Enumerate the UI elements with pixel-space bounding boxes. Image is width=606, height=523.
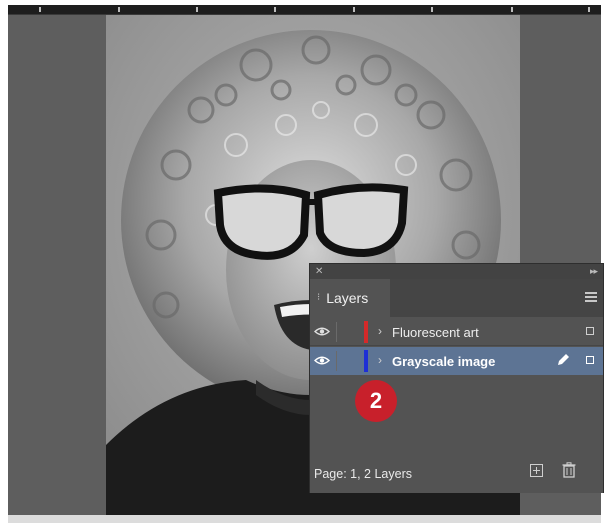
ruler-tick xyxy=(431,7,433,12)
layer-color-swatch xyxy=(364,350,368,372)
ruler-tick xyxy=(353,7,355,12)
chevron-right-icon[interactable]: › xyxy=(378,324,382,338)
layer-count-status: Page: 1, 2 Layers xyxy=(314,467,412,481)
trash-icon[interactable] xyxy=(562,462,576,478)
ruler-tick xyxy=(118,7,120,12)
panel-menu-icon[interactable] xyxy=(585,292,597,302)
double-chevron-icon[interactable]: ▸▸ xyxy=(590,265,598,278)
ruler-tick xyxy=(274,7,276,12)
step-number-badge: 2 xyxy=(355,380,397,422)
selection-indicator[interactable] xyxy=(586,327,594,335)
ruler-tick xyxy=(511,7,513,12)
selection-indicator[interactable] xyxy=(586,356,594,364)
lock-toggle[interactable] xyxy=(336,322,337,342)
pen-icon xyxy=(558,354,569,365)
panel-tab-bar: ⁝ Layers xyxy=(310,279,603,317)
eye-icon[interactable] xyxy=(314,355,330,366)
layers-panel[interactable]: ✕ ▸▸ ⁝ Layers › Fluorescent art › Graysc… xyxy=(309,263,604,493)
status-bar xyxy=(8,515,601,523)
tab-label: Layers xyxy=(326,290,369,306)
ruler-tick xyxy=(39,7,41,12)
ruler-tick xyxy=(196,7,198,12)
close-icon[interactable]: ✕ xyxy=(315,265,323,278)
layer-row-grayscale-image[interactable]: › Grayscale image xyxy=(310,347,603,375)
tab-layers[interactable]: ⁝ Layers xyxy=(310,279,390,317)
layer-name: Fluorescent art xyxy=(392,325,479,340)
lock-toggle[interactable] xyxy=(336,351,337,371)
panel-footer: Page: 1, 2 Layers xyxy=(310,457,603,493)
grip-icon: ⁝ xyxy=(317,292,321,303)
chevron-right-icon[interactable]: › xyxy=(378,353,382,367)
top-ruler[interactable] xyxy=(8,5,601,15)
layer-row-fluorescent-art[interactable]: › Fluorescent art xyxy=(310,318,603,346)
new-layer-icon[interactable] xyxy=(530,464,543,477)
eye-icon[interactable] xyxy=(314,326,330,337)
layer-color-swatch xyxy=(364,321,368,343)
ruler-tick xyxy=(588,7,590,12)
layer-name: Grayscale image xyxy=(392,354,496,369)
panel-title-bar[interactable]: ✕ ▸▸ xyxy=(310,264,603,280)
